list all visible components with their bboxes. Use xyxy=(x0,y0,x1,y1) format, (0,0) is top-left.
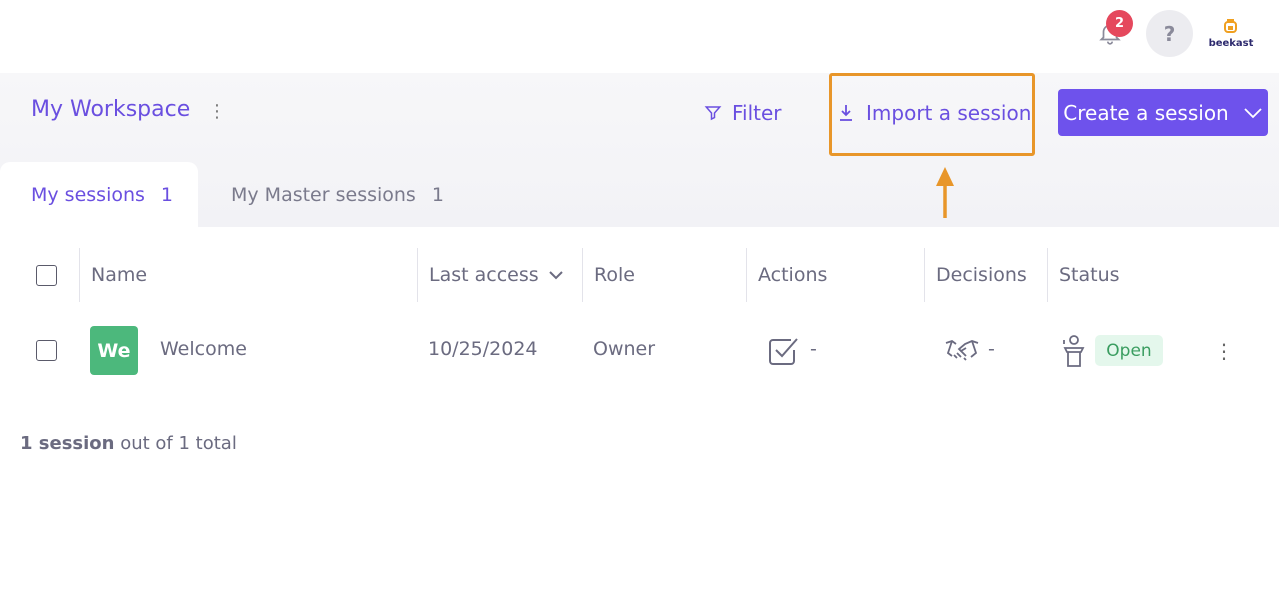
tab-label: My Master sessions xyxy=(231,183,416,206)
tab-count: 1 xyxy=(160,183,174,206)
import-label: Import a session xyxy=(866,101,1032,125)
session-count-rest: out of 1 total xyxy=(114,433,237,454)
filter-label: Filter xyxy=(732,101,782,125)
tab-my-sessions[interactable]: My sessions 1 xyxy=(0,162,198,227)
table-row[interactable]: We Welcome 10/25/2024 Owner - - Open ⋮ xyxy=(0,320,1279,382)
select-all-checkbox[interactable] xyxy=(36,265,57,286)
column-name[interactable]: Name xyxy=(91,246,147,304)
session-role: Owner xyxy=(593,338,656,360)
workspace-header: My Workspace ⋮ Filter Import a session C… xyxy=(0,73,1279,227)
tab-count: 1 xyxy=(431,183,444,206)
beekast-logo[interactable]: beekast xyxy=(1208,16,1254,50)
row-checkbox[interactable] xyxy=(36,340,57,361)
filter-icon xyxy=(704,106,722,121)
column-last-access-label: Last access xyxy=(429,264,539,286)
speaker-podium-icon xyxy=(1063,335,1085,367)
session-count-summary: 1 session out of 1 total xyxy=(20,433,237,454)
workspace-menu-button[interactable]: ⋮ xyxy=(208,101,226,123)
column-last-access[interactable]: Last access xyxy=(429,246,563,304)
arrow-up-icon xyxy=(936,167,954,218)
column-status[interactable]: Status xyxy=(1059,246,1120,304)
tab-label: My sessions xyxy=(31,183,145,206)
session-name[interactable]: Welcome xyxy=(160,338,247,360)
session-last-access: 10/25/2024 xyxy=(428,338,538,360)
table-header: Name Last access Role Actions Decisions … xyxy=(0,246,1279,304)
column-divider xyxy=(79,248,80,302)
logo-text: beekast xyxy=(1208,38,1254,49)
column-divider xyxy=(417,248,418,302)
chevron-down-icon xyxy=(1244,107,1262,118)
top-bar: 2 ? beekast xyxy=(0,0,1279,73)
column-divider xyxy=(746,248,747,302)
filter-button[interactable]: Filter xyxy=(704,99,782,127)
column-divider xyxy=(924,248,925,302)
column-divider xyxy=(1047,248,1048,302)
session-decisions-count: - xyxy=(988,338,995,360)
column-decisions[interactable]: Decisions xyxy=(936,246,1027,304)
help-button[interactable]: ? xyxy=(1146,10,1193,57)
handshake-icon xyxy=(945,339,979,361)
sort-chevron-down-icon xyxy=(548,270,563,279)
column-divider xyxy=(582,248,583,302)
column-role[interactable]: Role xyxy=(594,246,635,304)
tab-my-master-sessions[interactable]: My Master sessions 1 xyxy=(231,162,444,227)
import-icon xyxy=(840,105,852,121)
column-actions[interactable]: Actions xyxy=(758,246,827,304)
create-label: Create a session xyxy=(1063,100,1229,125)
notification-badge[interactable]: 2 xyxy=(1106,10,1133,37)
import-session-button[interactable]: Import a session xyxy=(838,99,1031,127)
session-actions-count: - xyxy=(810,338,817,360)
session-count-bold: 1 session xyxy=(20,433,115,454)
create-session-button[interactable]: Create a session xyxy=(1058,89,1268,136)
beekast-logo-icon xyxy=(1224,19,1237,33)
status-badge: Open xyxy=(1095,335,1163,366)
checkbox-task-icon xyxy=(769,338,798,365)
row-more-options-button[interactable]: ⋮ xyxy=(1214,338,1234,364)
workspace-title[interactable]: My Workspace xyxy=(31,97,190,122)
session-avatar: We xyxy=(90,326,138,375)
